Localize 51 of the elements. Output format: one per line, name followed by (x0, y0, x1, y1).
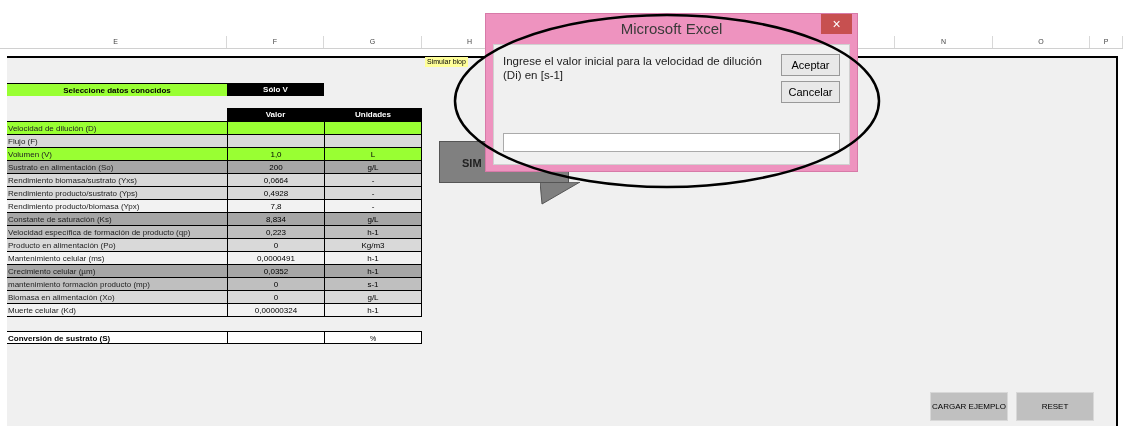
value-cell: 0 (227, 291, 324, 304)
row-label: Producto en alimentación (Po) (7, 239, 227, 252)
selector-label: Seleccione datos conocidos (7, 83, 227, 96)
row-label: Constante de saturación (Ks) (7, 213, 227, 226)
dialog-title: Microsoft Excel (620, 18, 723, 39)
unit-cell: g/L (324, 161, 422, 174)
row-label: Conversión de sustrato (S) (7, 332, 227, 344)
value-cell: 0,0000491 (227, 252, 324, 265)
column-heading: Valor (227, 108, 324, 121)
unit-cell: Kg/m3 (324, 239, 422, 252)
value-cell: 0,223 (227, 226, 324, 239)
row-label: Rendimiento producto/sustrato (Yps) (7, 187, 227, 200)
dialog-button[interactable]: Aceptar (781, 54, 840, 76)
value-cell: 0,0352 (227, 265, 324, 278)
close-button[interactable]: × (821, 14, 852, 34)
column-heading: Unidades (324, 108, 422, 121)
unit-cell: - (324, 200, 422, 213)
unit-cell: - (324, 174, 422, 187)
value-cell: 0 (227, 239, 324, 252)
row-label: Crecimiento celular (µm) (7, 265, 227, 278)
value-cell: 0 (227, 278, 324, 291)
value-cell: 8,834 (227, 213, 324, 226)
unit-cell: g/L (324, 291, 422, 304)
row-label: Sustrato en alimentación (So) (7, 161, 227, 174)
row-label: Rendimiento biomasa/sustrato (Yxs) (7, 174, 227, 187)
row-label: Velocidad de dilución (D) (7, 122, 227, 135)
input-field[interactable] (503, 133, 840, 152)
sheet-button[interactable]: RESET (1016, 392, 1094, 421)
value-cell: 7,8 (227, 200, 324, 213)
unit-cell: - (324, 187, 422, 200)
unit-cell: s-1 (324, 278, 422, 291)
unit-cell: h-1 (324, 304, 422, 317)
value-cell: 0,00000324 (227, 304, 324, 317)
row-label: Biomasa en alimentación (Xo) (7, 291, 227, 304)
unit-cell: L (324, 148, 422, 161)
unit-cell: h-1 (324, 265, 422, 278)
row-label: mantenimiento formación producto (mp) (7, 278, 227, 291)
value-cell: 1,0 (227, 148, 324, 161)
unit-cell: g/L (324, 213, 422, 226)
unit-cell: h-1 (324, 226, 422, 239)
row-label: Velocidad específica de formación de producto (qp) (7, 226, 227, 239)
selector-value[interactable]: Sólo V (227, 83, 324, 96)
row-label: Flujo (F) (7, 135, 227, 148)
dialog-message: Ingrese el valor inicial para la velocidad de dilución (Di) en [s-1] (503, 54, 763, 83)
value-cell: 200 (227, 161, 324, 174)
dialog-button[interactable]: Cancelar (781, 81, 840, 103)
row-label: Volumen (V) (7, 148, 227, 161)
unit-cell: h-1 (324, 252, 422, 265)
value-cell: 0,4928 (227, 187, 324, 200)
sheet-button[interactable]: CARGAR EJEMPLO (930, 392, 1008, 421)
value-cell: 0,0664 (227, 174, 324, 187)
